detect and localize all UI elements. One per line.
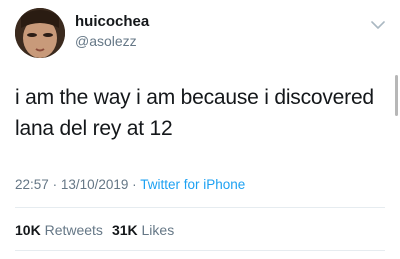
display-name[interactable]: huicochea (75, 13, 149, 30)
tweet-text-line: lana del rey at 12 (15, 117, 173, 140)
tweet-source-link[interactable]: Twitter for iPhone (140, 177, 245, 192)
likes-label: Likes (141, 222, 175, 238)
likes-count: 31K (111, 222, 138, 238)
chevron-down-icon[interactable] (370, 18, 386, 30)
avatar[interactable] (15, 8, 65, 58)
meta-separator: · (52, 177, 58, 192)
tweet-meta: 22:57 · 13/10/2019 · Twitter for iPhone (15, 177, 245, 192)
likes-stat[interactable]: 31K Likes (112, 222, 174, 238)
divider (15, 250, 385, 251)
meta-separator: · (132, 177, 137, 192)
retweets-stat[interactable]: 10K Retweets (15, 222, 103, 238)
tweet-card: huicochea @asolezz i am the way i am bec… (0, 0, 400, 259)
divider (15, 207, 385, 208)
retweets-label: Retweets (44, 222, 103, 238)
scroll-indicator[interactable] (395, 75, 398, 116)
tweet-time: 22:57 (15, 177, 49, 192)
tweet-stats: 10K Retweets 31K Likes (15, 222, 174, 238)
retweets-count: 10K (15, 222, 41, 238)
user-handle[interactable]: @asolezz (75, 33, 137, 49)
tweet-text: i am the way i am because i discovered l… (15, 82, 385, 144)
tweet-text-line: i am the way i am because i discovered (15, 86, 374, 109)
tweet-date: 13/10/2019 (60, 177, 129, 192)
